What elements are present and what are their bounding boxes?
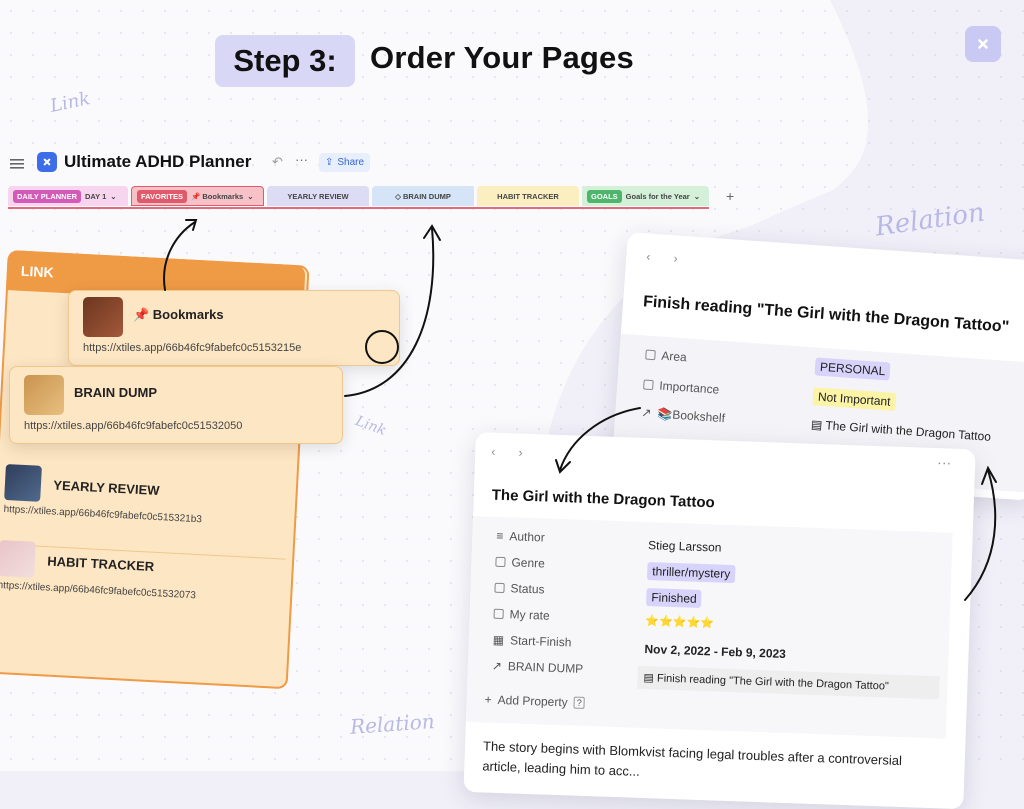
loop: [365, 330, 399, 364]
connector-arrows: [163, 219, 997, 601]
arrow-to-task-card: [964, 469, 997, 601]
arrow-to-book-card: [559, 407, 641, 471]
arrow-to-bookmarks-tab: [163, 221, 196, 291]
arrow-to-brain-dump-tab: [344, 227, 435, 397]
